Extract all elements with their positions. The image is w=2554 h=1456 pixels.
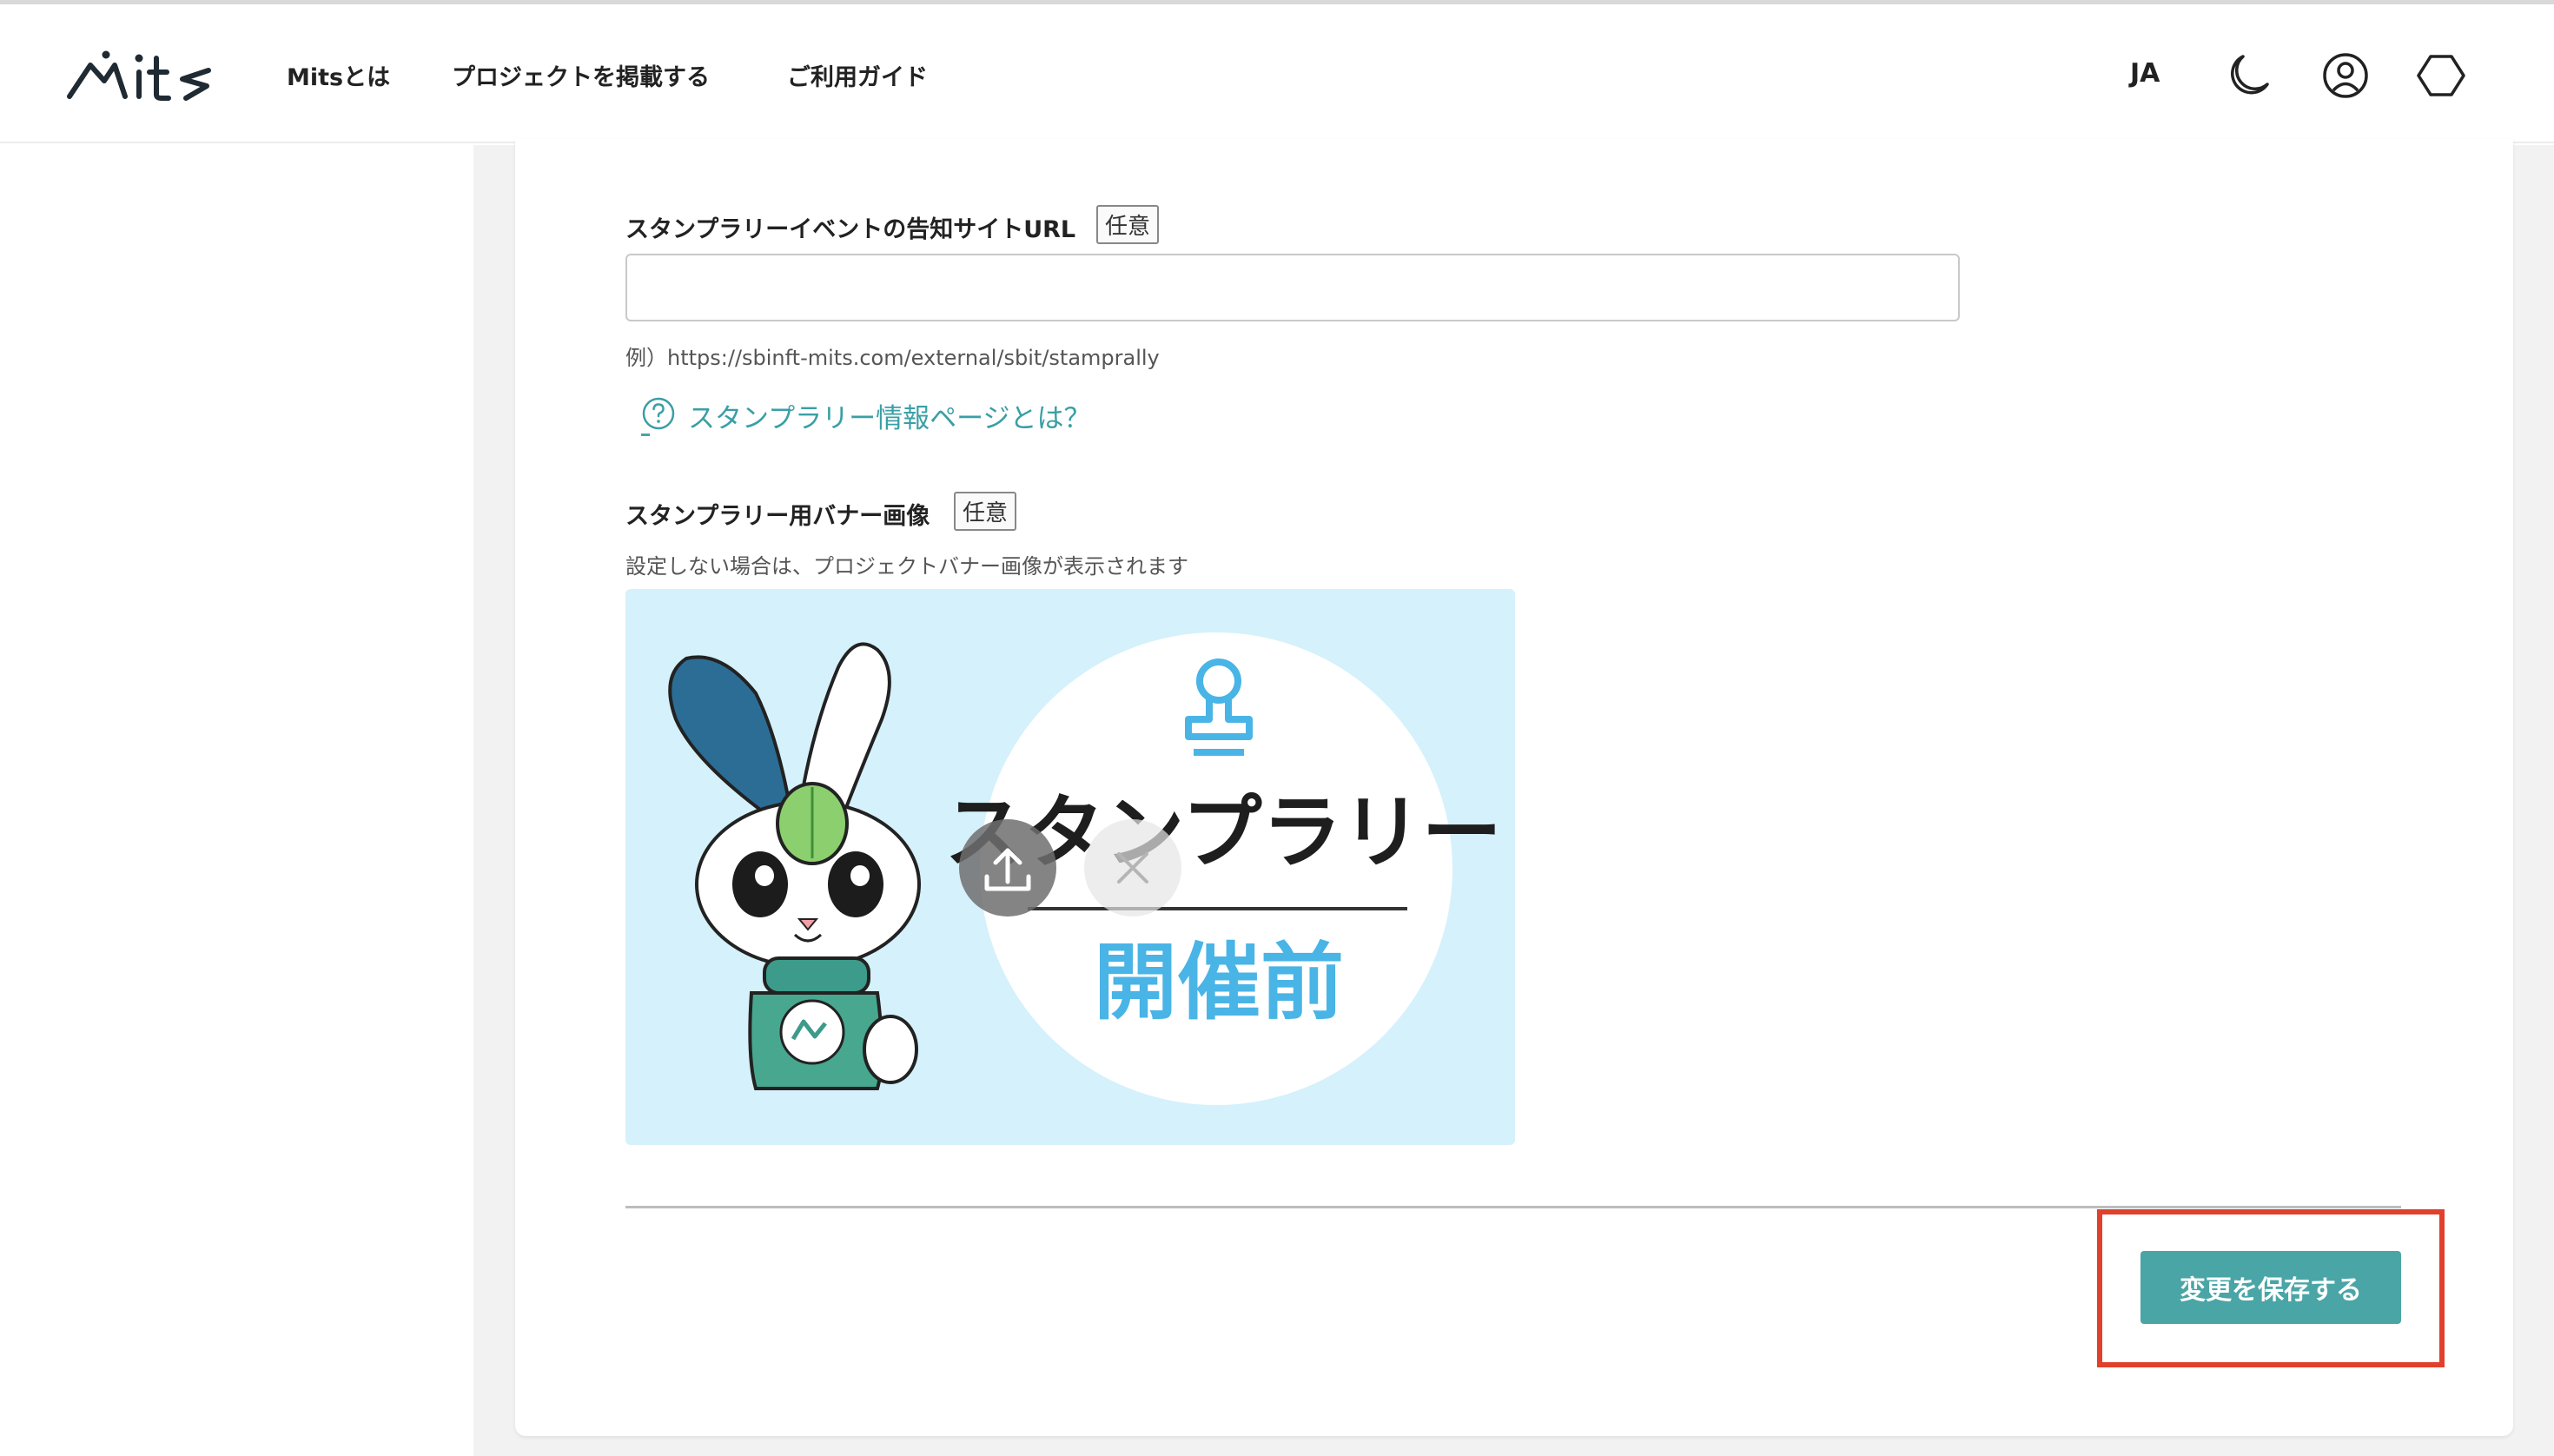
mits-logo[interactable]	[66, 46, 214, 107]
optional-badge: 任意	[954, 492, 1017, 531]
question-circle-icon	[642, 397, 675, 430]
nav-guide[interactable]: ご利用ガイド	[787, 58, 928, 92]
url-field-label: スタンプラリーイベントの告知サイトURL	[625, 216, 1076, 243]
url-example-hint: 例）https://sbinft-mits.com/external/sbit/…	[625, 346, 1160, 370]
help-link-label: スタンプラリー情報ページとは？	[688, 403, 1091, 434]
nav-post-project[interactable]: プロジェクトを掲載する	[452, 58, 710, 92]
banner-subtitle: 開催前	[1094, 934, 1344, 1031]
banner-illustration: スタンプラリー 開催前	[668, 632, 1502, 1105]
left-sidebar-area	[0, 145, 473, 1456]
rabbit-mascot	[668, 642, 921, 1090]
moon-icon[interactable]	[2222, 50, 2274, 102]
nav-about[interactable]: Mitsとは	[287, 58, 390, 92]
save-changes-button[interactable]: 変更を保存する	[2140, 1251, 2401, 1324]
banner-image-preview: スタンプラリー 開催前	[625, 589, 1515, 1145]
site-header: Mitsとは プロジェクトを掲載する ご利用ガイド JA	[0, 4, 2554, 143]
form-divider	[625, 1206, 2401, 1208]
upload-image-button[interactable]	[959, 819, 1056, 917]
banner-field-label: スタンプラリー用バナー画像	[625, 503, 930, 530]
wallet-hexagon-icon[interactable]	[2415, 50, 2467, 102]
upload-icon	[984, 848, 1031, 891]
remove-image-button[interactable]	[1084, 819, 1181, 917]
account-circle-icon[interactable]	[2319, 50, 2372, 102]
stamprally-info-help-link[interactable]: スタンプラリー情報ページとは？	[641, 391, 1090, 436]
close-icon	[1117, 852, 1148, 884]
language-selector[interactable]: JA	[2130, 58, 2160, 89]
banner-field-description: 設定しない場合は、プロジェクトバナー画像が表示されます	[625, 554, 1188, 579]
announcement-url-input[interactable]	[625, 254, 1960, 321]
optional-badge: 任意	[1096, 205, 1160, 244]
